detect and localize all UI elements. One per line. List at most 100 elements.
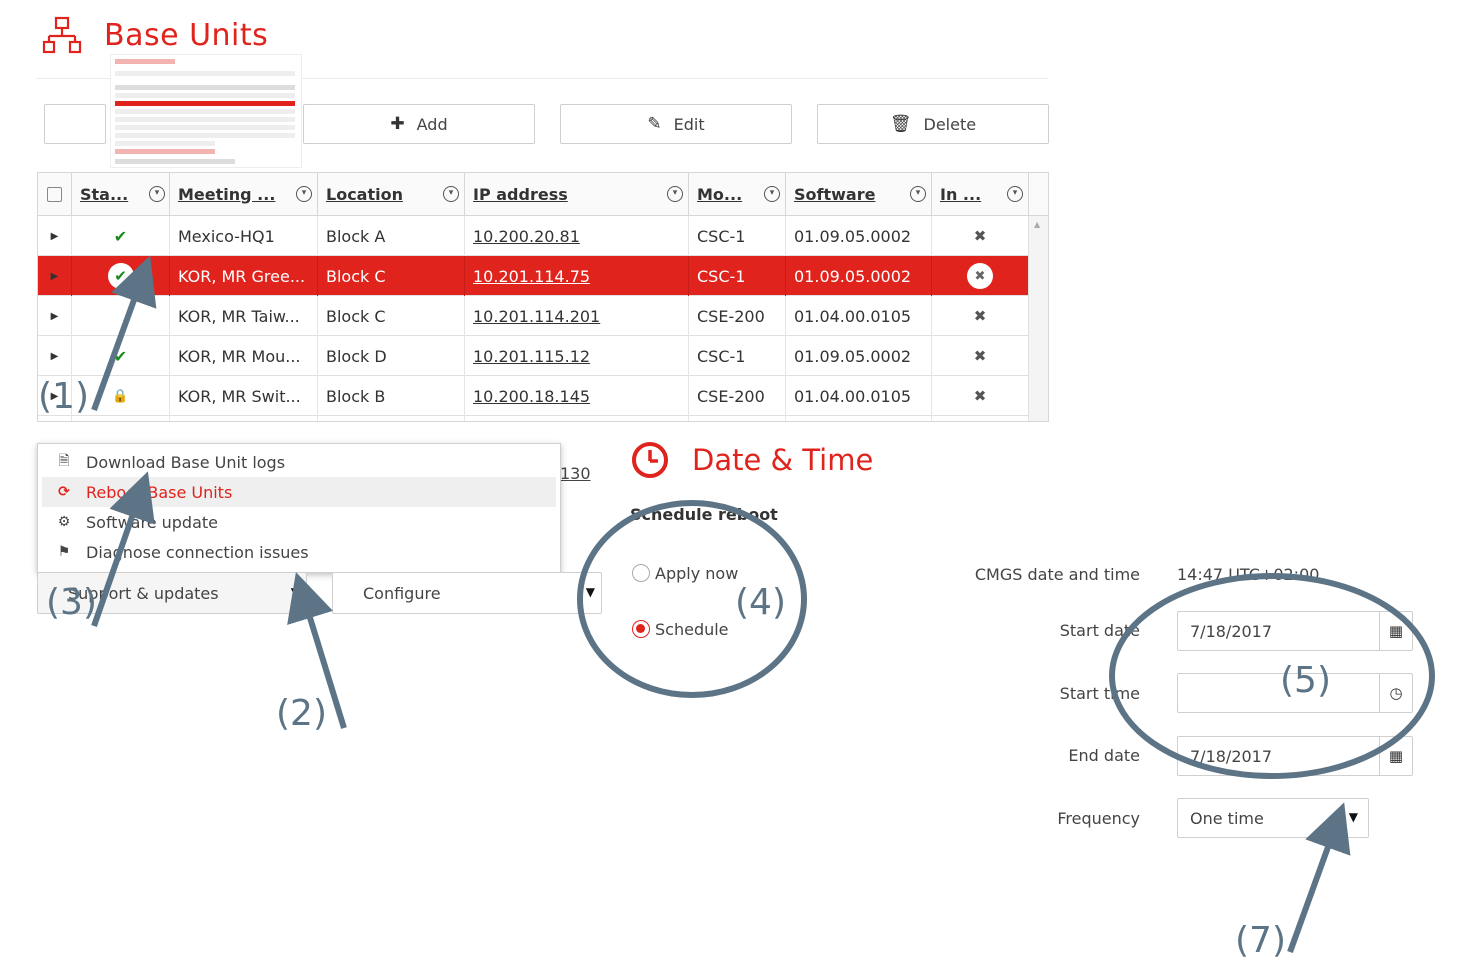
- expand-row-icon[interactable]: ▶: [51, 231, 59, 242]
- edit-button[interactable]: ✎ Edit: [560, 104, 792, 144]
- apply-now-radio[interactable]: [632, 564, 650, 582]
- caret-down-icon: ▼: [1348, 810, 1358, 824]
- filter-icon[interactable]: ▾: [667, 186, 683, 202]
- annotation-label-3: (3): [46, 582, 97, 623]
- cell-location: Block C: [326, 306, 386, 326]
- select-all-checkbox[interactable]: [47, 186, 62, 202]
- add-button-label: Add: [416, 114, 448, 134]
- annotation-label-5: (5): [1280, 660, 1331, 701]
- start-date-field[interactable]: 7/18/2017 ▦: [1177, 611, 1413, 651]
- caret-down-icon: ▼: [585, 585, 595, 599]
- cell-meeting: KOR, MR Gree...: [178, 266, 306, 286]
- filter-icon[interactable]: ▾: [910, 186, 926, 202]
- thumbnail-preview: [110, 54, 302, 168]
- table-row[interactable]: ▶ KOR, MR Taiw... Block C 10.201.114.201 CSE…: [38, 296, 1028, 336]
- filter-icon[interactable]: ▾: [149, 186, 165, 202]
- annotation-label-7: (7): [1235, 920, 1286, 961]
- plus-icon: ✚: [390, 114, 405, 134]
- status-ok-icon: ✔: [107, 263, 134, 289]
- cell-ip[interactable]: 10.201.115.12: [473, 347, 590, 366]
- cell-location: Block C: [326, 266, 386, 286]
- pencil-icon: ✎: [647, 114, 662, 134]
- grid-header: Sta... ▾ Meeting ... ▾ Location ▾ IP add…: [38, 173, 1048, 216]
- cell-software: 01.04.00.0105: [794, 386, 912, 406]
- calendar-icon[interactable]: ▦: [1379, 737, 1412, 775]
- base-units-grid: Sta... ▾ Meeting ... ▾ Location ▾ IP add…: [37, 172, 1049, 422]
- expand-row-icon[interactable]: ▶: [51, 311, 59, 322]
- delete-button-label: Delete: [923, 114, 977, 134]
- network-icon: [42, 16, 82, 54]
- cell-meeting: KOR, MR Mou...: [178, 346, 301, 366]
- column-header-ip-address[interactable]: IP address: [465, 173, 689, 215]
- caret-down-icon: ▼: [290, 585, 300, 599]
- menu-item-download-logs[interactable]: 🗎 Download Base Unit logs: [42, 447, 556, 477]
- time-icon[interactable]: ◷: [1379, 674, 1412, 712]
- disconnect-icon[interactable]: ✖: [967, 263, 993, 289]
- calendar-icon[interactable]: ▦: [1379, 612, 1412, 650]
- cell-software: 01.09.05.0002: [794, 346, 912, 366]
- cell-meeting: Mexico-HQ1: [178, 226, 275, 246]
- cell-ip[interactable]: 10.200.18.145: [473, 387, 590, 406]
- status-ok-icon: ✔: [113, 346, 128, 366]
- scroll-up-icon[interactable]: ▲: [1034, 220, 1040, 229]
- download-log-icon: 🗎: [58, 453, 70, 469]
- cell-meeting: KOR, MR Taiw...: [178, 306, 300, 326]
- schedule-option-label: Schedule: [655, 620, 729, 639]
- filter-icon[interactable]: ▾: [443, 186, 459, 202]
- schedule-reboot-label: Schedule reboot: [630, 505, 778, 524]
- status-ok-icon: ✔: [113, 226, 128, 246]
- start-time-label: Start time: [1059, 684, 1140, 703]
- cmgs-value: 14:47 UTC+02:00: [1177, 565, 1320, 584]
- disconnect-icon[interactable]: ✖: [974, 347, 987, 365]
- cell-model: CSE-200: [697, 306, 765, 326]
- table-row[interactable]: ▶ ✔ KOR, MR Mou... Block D 10.201.115.12 CSC-…: [38, 336, 1028, 376]
- cell-software: 01.04.00.0105: [794, 306, 912, 326]
- expand-row-icon[interactable]: ▶: [51, 271, 59, 282]
- cell-model: CSE-200: [697, 386, 765, 406]
- annotation-label-1: (1): [38, 376, 89, 417]
- partial-ip-text: 130: [560, 464, 591, 483]
- flag-icon: ⚑: [57, 544, 71, 560]
- disconnect-icon[interactable]: ✖: [974, 307, 987, 325]
- cell-ip[interactable]: 10.201.114.75: [473, 267, 590, 286]
- menu-item-diagnose[interactable]: ⚑ Diagnose connection issues: [42, 537, 556, 567]
- table-row[interactable]: ▶ 🔒 KOR, MR Swit... Block B 10.200.18.145 CSE…: [38, 376, 1028, 416]
- filter-icon[interactable]: ▾: [1007, 186, 1023, 202]
- cell-location: Block B: [326, 386, 386, 406]
- frequency-label: Frequency: [1057, 809, 1140, 828]
- hidden-toolbar-button[interactable]: [44, 104, 106, 144]
- cell-model: CSC-1: [697, 266, 746, 286]
- schedule-radio[interactable]: [632, 620, 650, 638]
- cell-meeting: KOR, MR Swit...: [178, 386, 301, 406]
- edit-button-label: Edit: [673, 114, 705, 134]
- add-button[interactable]: ✚ Add: [303, 104, 535, 144]
- frequency-dropdown[interactable]: One time ▼: [1177, 798, 1369, 838]
- cell-ip[interactable]: 10.201.114.201: [473, 307, 600, 326]
- menu-item-software-update[interactable]: ⚙ Software update: [42, 507, 556, 537]
- clock-icon: [632, 442, 668, 478]
- cell-ip[interactable]: 10.200.20.81: [473, 227, 580, 246]
- refresh-icon: ⟳: [58, 484, 70, 500]
- disconnect-icon[interactable]: ✖: [974, 387, 987, 405]
- table-row[interactable]: ▶ ✔ Mexico-HQ1 Block A 10.200.20.81 CSC-1 01.0…: [38, 216, 1028, 256]
- cell-model: CSC-1: [697, 346, 746, 366]
- cell-software: 01.09.05.0002: [794, 266, 912, 286]
- date-time-title: Date & Time: [692, 443, 874, 477]
- filter-icon[interactable]: ▾: [296, 186, 312, 202]
- configure-dropdown[interactable]: Configure ▼: [332, 572, 602, 614]
- disconnect-icon[interactable]: ✖: [974, 227, 987, 245]
- annotation-label-4: (4): [735, 582, 786, 623]
- apply-now-label: Apply now: [655, 564, 739, 583]
- delete-button[interactable]: 🗑 Delete: [817, 104, 1049, 144]
- cell-model: CSC-1: [697, 226, 746, 246]
- gear-icon: ⚙: [57, 514, 71, 530]
- cmgs-label: CMGS date and time: [974, 565, 1140, 584]
- cell-location: Block D: [326, 346, 387, 366]
- filter-icon[interactable]: ▾: [764, 186, 780, 202]
- expand-row-icon[interactable]: ▶: [51, 351, 59, 362]
- annotation-label-2: (2): [276, 693, 327, 734]
- table-row[interactable]: ▶ ✔ KOR, MR Gree... Block C 10.201.114.75 CSC…: [38, 256, 1028, 296]
- menu-item-reboot[interactable]: ⟳ Reboot Base Units: [42, 477, 556, 507]
- grid-scrollbar[interactable]: ▲: [1028, 216, 1048, 421]
- end-date-field[interactable]: 7/18/2017 ▦: [1177, 736, 1413, 776]
